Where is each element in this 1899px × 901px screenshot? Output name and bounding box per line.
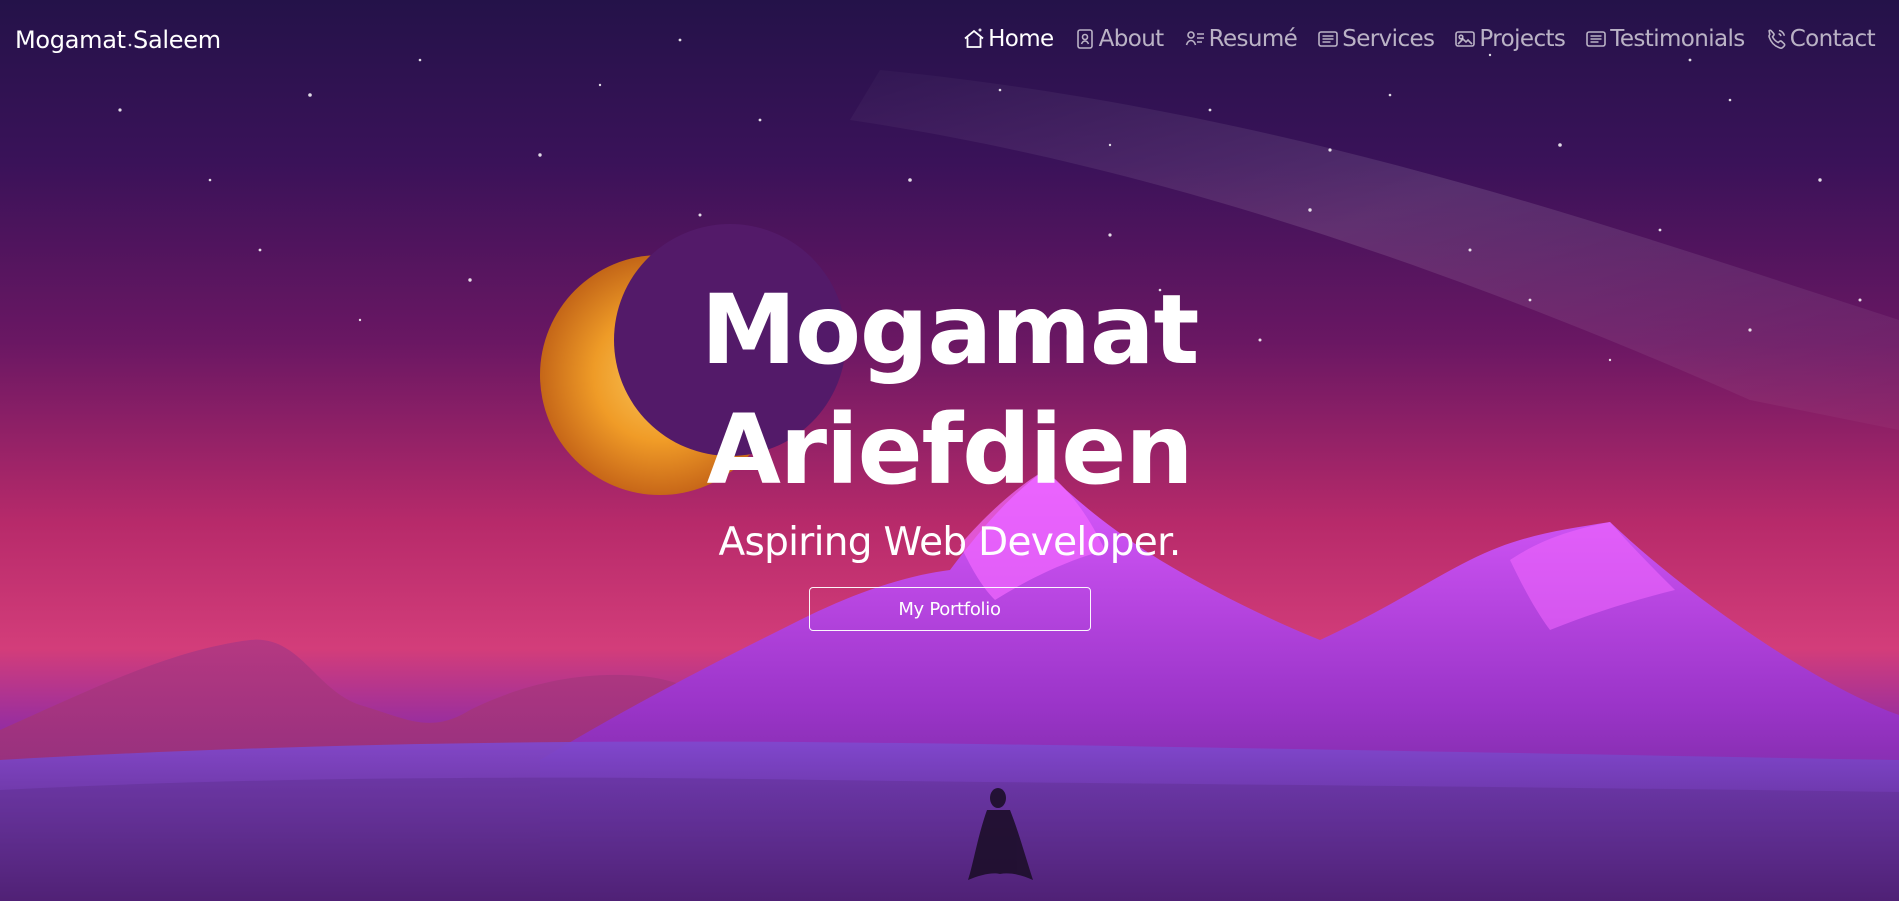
hero-content: Mogamat Ariefdien Aspiring Web Developer…	[0, 270, 1899, 631]
nav-item-home[interactable]: Home	[962, 24, 1054, 54]
nav-item-contact[interactable]: Contact	[1764, 24, 1876, 54]
my-portfolio-button[interactable]: My Portfolio	[808, 587, 1091, 631]
nav-label-services: Services	[1342, 26, 1435, 52]
nav-item-resume[interactable]: Resumé	[1183, 24, 1298, 54]
card-text-icon	[1584, 27, 1608, 51]
nav-item-projects[interactable]: Projects	[1453, 24, 1566, 54]
person-lines-icon	[1183, 27, 1207, 51]
hero-subtitle: Aspiring Web Developer.	[718, 520, 1181, 565]
image-icon	[1453, 27, 1477, 51]
nav-label-contact: Contact	[1789, 26, 1876, 52]
nav-label-testimonials: Testimonials	[1610, 26, 1745, 52]
hero-name: Mogamat Ariefdien	[700, 274, 1199, 506]
nav-item-about[interactable]: About	[1073, 24, 1164, 54]
home-icon	[962, 27, 986, 51]
main-menu: Home About Resumé Services Projects Test…	[962, 24, 1876, 54]
card-text-icon	[1316, 27, 1340, 51]
person-badge-icon	[1073, 27, 1097, 51]
nav-label-home: Home	[988, 26, 1054, 52]
nav-label-resume: Resumé	[1208, 26, 1298, 52]
site-brand[interactable]: Mogamat Saleem	[15, 25, 221, 55]
top-navbar: Mogamat Saleem Home About Resumé Service…	[0, 0, 1899, 80]
nav-item-testimonials[interactable]: Testimonials	[1584, 24, 1745, 54]
nav-label-about: About	[1098, 26, 1165, 52]
nav-item-services[interactable]: Services	[1316, 24, 1435, 54]
nav-label-projects: Projects	[1479, 26, 1566, 52]
hero-section: Mogamat Saleem Home About Resumé Service…	[0, 0, 1899, 901]
telephone-icon	[1764, 27, 1788, 51]
